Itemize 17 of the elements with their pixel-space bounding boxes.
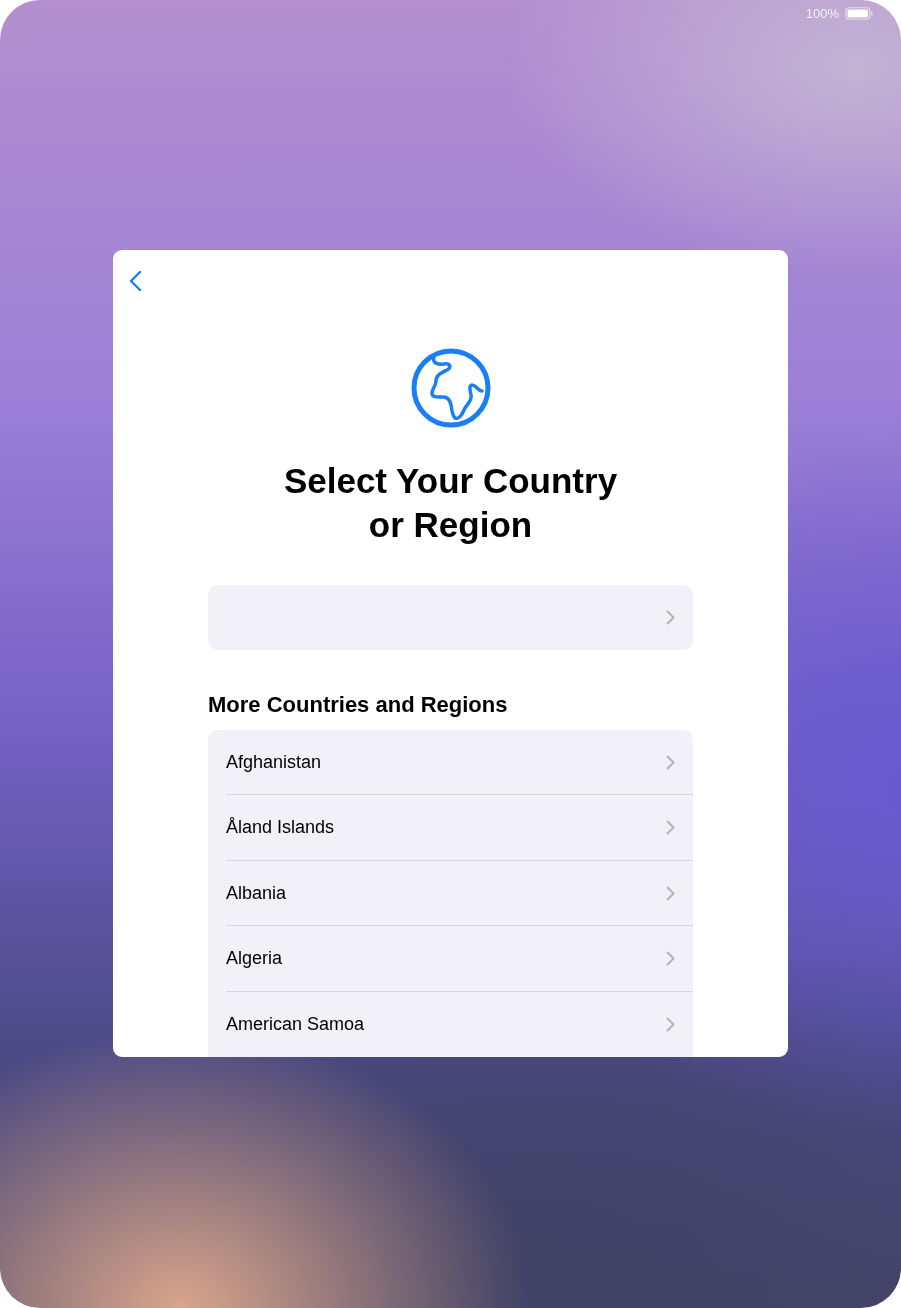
country-row[interactable]: Afghanistan [208,729,693,795]
chevron-icon [666,754,675,770]
chevron-icon [666,951,675,967]
chevron-icon [666,885,675,901]
globe-icon [409,346,492,429]
back-chevron-icon [129,270,142,292]
country-row[interactable]: Albania [208,860,693,926]
chevron-icon [666,609,675,625]
chevron-icon [666,820,675,836]
country-row[interactable]: Åland Islands [208,795,693,861]
page-title: Select Your Country or Region [283,459,618,546]
battery-percentage: 100% [805,5,839,21]
battery-icon [845,6,873,20]
country-row[interactable]: Algeria [208,926,693,992]
section-header: More Countries and Regions [208,691,509,718]
chevron-icon [666,1016,675,1032]
country-row[interactable]: American Samoa [208,991,693,1057]
